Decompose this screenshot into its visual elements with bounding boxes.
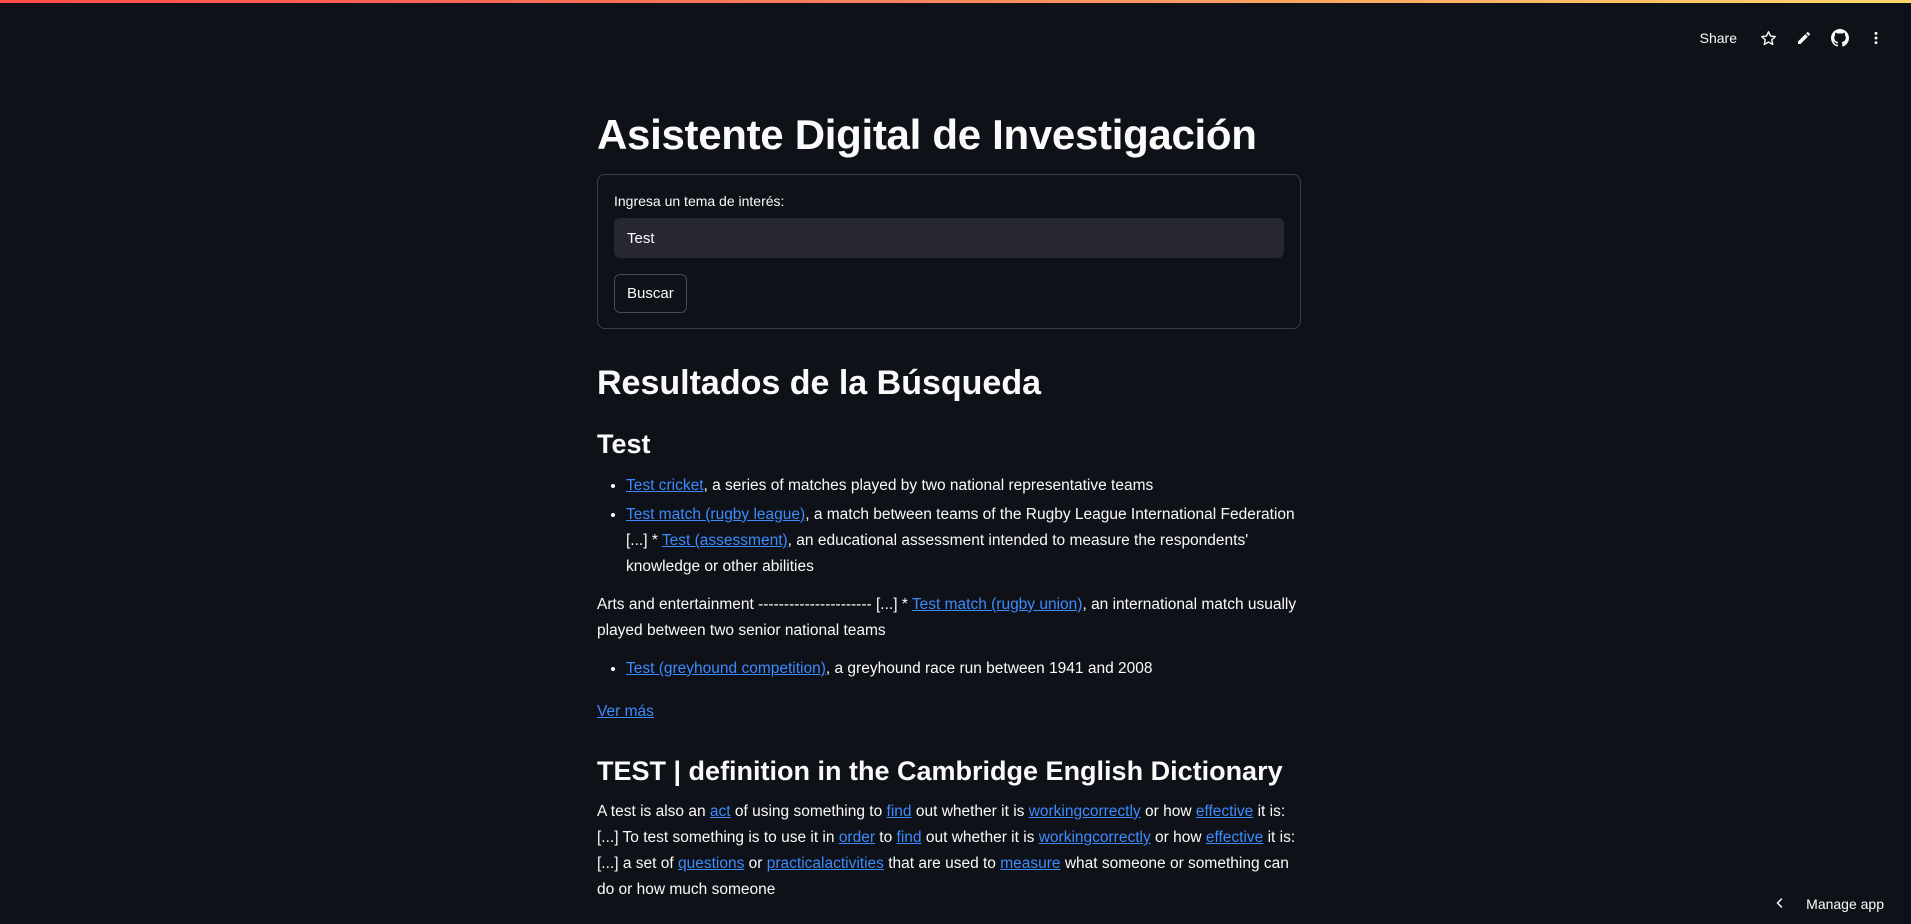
result-title-1: Test xyxy=(597,429,651,460)
word-link[interactable]: order xyxy=(839,829,875,846)
result-link[interactable]: Test match (rugby league) xyxy=(626,506,805,523)
word-link[interactable]: practicalactivities xyxy=(767,855,884,872)
paragraph-text: A test is also an xyxy=(597,802,710,820)
manage-app-button[interactable]: Manage app xyxy=(1774,896,1884,912)
pencil-icon[interactable] xyxy=(1795,29,1813,47)
paragraph-text: or how xyxy=(1140,802,1196,820)
list-item: Test cricket, a series of matches played… xyxy=(626,473,1301,499)
app-toolbar: Share xyxy=(1700,24,1885,52)
paragraph-text: or xyxy=(744,854,767,872)
main-content: Asistente Digital de Investigación Ingre… xyxy=(597,110,1301,903)
github-icon[interactable] xyxy=(1831,29,1849,47)
result-content-2: A test is also an act of using something… xyxy=(597,799,1301,903)
result-paragraph: Arts and entertainment -----------------… xyxy=(597,592,1301,644)
top-decoration-bar xyxy=(0,0,1911,3)
list-item: Test match (rugby league), a match betwe… xyxy=(626,502,1301,580)
word-link[interactable]: effective xyxy=(1206,829,1263,846)
result-content-1: Test cricket, a series of matches played… xyxy=(597,473,1301,725)
result-link[interactable]: Test match (rugby union) xyxy=(912,596,1083,613)
topic-input[interactable] xyxy=(614,218,1284,259)
word-link[interactable]: questions xyxy=(678,855,744,872)
result-title-2: TEST | definition in the Cambridge Engli… xyxy=(597,755,1283,786)
word-link[interactable]: find xyxy=(897,829,922,846)
search-form: Ingresa un tema de interés: Buscar xyxy=(597,174,1301,330)
word-link[interactable]: find xyxy=(887,803,912,820)
paragraph-text: of using something to xyxy=(730,802,887,820)
result-list-2: Test (greyhound competition), a greyhoun… xyxy=(597,656,1301,682)
paragraph-text: to xyxy=(875,828,897,846)
word-link[interactable]: measure xyxy=(1000,855,1060,872)
chevron-left-icon xyxy=(1774,896,1786,912)
list-item: Test (greyhound competition), a greyhoun… xyxy=(626,656,1301,682)
result-link[interactable]: Test (assessment) xyxy=(662,532,788,549)
result-link[interactable]: Test (greyhound competition) xyxy=(626,660,826,677)
word-link[interactable]: workingcorrectly xyxy=(1039,829,1151,846)
word-link[interactable]: workingcorrectly xyxy=(1029,803,1141,820)
word-link[interactable]: act xyxy=(710,803,731,820)
paragraph-text: out whether it is xyxy=(921,828,1039,846)
see-more-link[interactable]: Ver más xyxy=(597,699,654,725)
result-link[interactable]: Test cricket xyxy=(626,477,704,494)
result-list-1: Test cricket, a series of matches played… xyxy=(597,473,1301,580)
paragraph-text: out whether it is xyxy=(911,802,1029,820)
paragraph-text: Arts and entertainment -----------------… xyxy=(597,595,912,613)
topic-input-label: Ingresa un tema de interés: xyxy=(614,193,785,210)
page-title: Asistente Digital de Investigación xyxy=(597,111,1257,158)
manage-app-label: Manage app xyxy=(1806,896,1884,912)
search-button[interactable]: Buscar xyxy=(614,274,687,314)
results-heading: Resultados de la Búsqueda xyxy=(597,364,1041,403)
list-item-text: , a series of matches played by two nati… xyxy=(703,476,1154,494)
more-vertical-icon[interactable] xyxy=(1867,29,1885,47)
paragraph-text: that are used to xyxy=(883,854,1001,872)
word-link[interactable]: effective xyxy=(1196,803,1253,820)
share-button[interactable]: Share xyxy=(1700,30,1737,46)
paragraph-text: or how xyxy=(1150,828,1206,846)
list-item-text: , a greyhound race run between 1941 and … xyxy=(825,659,1153,677)
star-icon[interactable] xyxy=(1759,29,1777,47)
result-paragraph: A test is also an act of using something… xyxy=(597,799,1301,903)
